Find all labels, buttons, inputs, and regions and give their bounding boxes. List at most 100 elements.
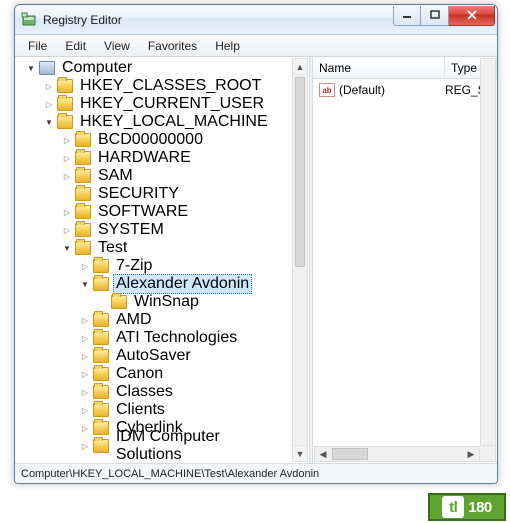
tree-node[interactable]: ▷WinSnap [17,293,292,311]
tree-label: AMD [113,310,155,330]
chevron-right-icon[interactable]: ▷ [79,440,91,452]
folder-icon [93,439,109,453]
folder-icon [93,421,109,435]
tree-node[interactable]: ▷ SYSTEM [17,221,292,239]
chevron-right-icon[interactable]: ▷ [79,368,91,380]
chevron-right-icon[interactable]: ▷ [61,152,73,164]
tree-node-selected[interactable]: ▼Alexander Avdonin [17,275,292,293]
folder-icon [57,97,73,111]
menu-file[interactable]: File [19,37,56,55]
folder-icon [75,205,91,219]
column-name[interactable]: Name [313,57,445,78]
string-value-icon: ab [319,83,335,97]
tree-node[interactable]: ▷Clients [17,401,292,419]
tree-node[interactable]: ▷IDM Computer Solutions [17,437,292,455]
menu-help[interactable]: Help [206,37,249,55]
menu-edit[interactable]: Edit [56,37,95,55]
tree-node-hkcu[interactable]: ▷ HKEY_CURRENT_USER [17,95,292,113]
tree-node[interactable]: ▷ HARDWARE [17,149,292,167]
tree-node[interactable]: ▷ BCD00000000 [17,131,292,149]
minimize-button[interactable] [393,6,421,26]
tree-node[interactable]: ▷Canon [17,365,292,383]
tree-node[interactable]: ▷AutoSaver [17,347,292,365]
tree-scrollbar[interactable]: ▲ ▼ [292,58,308,462]
menu-favorites[interactable]: Favorites [139,37,206,55]
list-hscrollbar[interactable]: ◀ ▶ [314,446,480,462]
tree-label: HARDWARE [95,148,194,168]
tree-node[interactable]: ▷Classes [17,383,292,401]
chevron-right-icon[interactable]: ▷ [79,350,91,362]
folder-icon [75,223,91,237]
chevron-right-icon[interactable]: ▷ [43,80,55,92]
tree-node[interactable]: ▷SOFTWARE [17,203,292,221]
folder-icon [111,295,127,309]
registry-editor-window: Registry Editor File Edit View Favorites… [14,4,498,484]
chevron-right-icon[interactable]: ▷ [79,422,91,434]
tree-node[interactable]: ▷ATI Technologies [17,329,292,347]
folder-icon [75,151,91,165]
list-pane: Name Type ab (Default) REG_SZ ◀ ▶ [313,57,497,463]
tree-node-computer[interactable]: ▼ Computer [17,59,292,77]
chevron-right-icon[interactable]: ▷ [79,386,91,398]
tree-label: 7-Zip [113,256,155,276]
tree-label: SYSTEM [95,220,167,240]
titlebar[interactable]: Registry Editor [15,5,497,35]
scroll-thumb[interactable] [332,448,368,460]
chevron-down-icon[interactable]: ▼ [43,116,55,128]
tree-node[interactable]: ▷SAM [17,167,292,185]
tree-view[interactable]: ▼ Computer ▷ HKEY_CLASSES_ROOT ▷ HKEY_CU… [17,59,292,461]
tree-label: WinSnap [131,292,202,312]
computer-icon [39,61,55,75]
tree-node[interactable]: ▷ AMD [17,311,292,329]
list-row[interactable]: ab (Default) REG_SZ [313,79,497,97]
list-vscrollbar[interactable] [480,58,496,446]
folder-icon [57,115,73,129]
folder-icon [93,313,109,327]
value-name: (Default) [339,83,445,97]
scroll-right-icon[interactable]: ▶ [463,447,479,461]
scroll-down-icon[interactable]: ▼ [293,445,307,461]
folder-icon [93,331,109,345]
tree-pane: ▼ Computer ▷ HKEY_CLASSES_ROOT ▷ HKEY_CU… [15,57,309,463]
folder-icon [75,169,91,183]
tree-node-hkcr[interactable]: ▷ HKEY_CLASSES_ROOT [17,77,292,95]
scroll-corner [480,446,496,462]
close-button[interactable] [449,6,495,26]
chevron-down-icon[interactable]: ▼ [61,242,73,254]
column-label: Type [451,61,477,75]
menu-view[interactable]: View [95,37,139,55]
window-controls [393,6,495,26]
chevron-right-icon[interactable]: ▷ [79,404,91,416]
chevron-right-icon[interactable]: ▷ [61,134,73,146]
watermark-badge: tl [442,496,464,518]
watermark: tl 180 [428,493,506,521]
tree-node[interactable]: ▷SECURITY [17,185,292,203]
column-label: Name [319,61,351,75]
statusbar-path: Computer\HKEY_LOCAL_MACHINE\Test\Alexand… [21,468,319,480]
scroll-thumb[interactable] [295,77,305,267]
client-area: ▼ Computer ▷ HKEY_CLASSES_ROOT ▷ HKEY_CU… [15,57,497,463]
tree-label: BCD00000000 [95,130,206,150]
tree-node[interactable]: ▷ 7-Zip [17,257,292,275]
chevron-right-icon[interactable]: ▷ [79,260,91,272]
watermark-text: 180 [468,499,492,516]
tree-node-test[interactable]: ▼Test [17,239,292,257]
chevron-right-icon[interactable]: ▷ [61,206,73,218]
chevron-right-icon[interactable]: ▷ [79,332,91,344]
maximize-button[interactable] [421,6,449,26]
scroll-up-icon[interactable]: ▲ [293,59,307,75]
folder-icon [93,385,109,399]
chevron-down-icon[interactable]: ▼ [79,278,91,290]
chevron-right-icon[interactable]: ▷ [61,170,73,182]
chevron-right-icon[interactable]: ▷ [79,314,91,326]
tree-node-hklm[interactable]: ▼ HKEY_LOCAL_MACHINE [17,113,292,131]
chevron-down-icon[interactable]: ▼ [25,62,37,74]
chevron-right-icon[interactable]: ▷ [43,98,55,110]
tree-label: SECURITY [95,184,182,204]
tree-label: HKEY_CURRENT_USER [77,94,267,114]
scroll-left-icon[interactable]: ◀ [315,447,331,461]
folder-icon [93,349,109,363]
tree-label: HKEY_LOCAL_MACHINE [77,112,271,132]
statusbar: Computer\HKEY_LOCAL_MACHINE\Test\Alexand… [15,463,497,483]
chevron-right-icon[interactable]: ▷ [61,224,73,236]
